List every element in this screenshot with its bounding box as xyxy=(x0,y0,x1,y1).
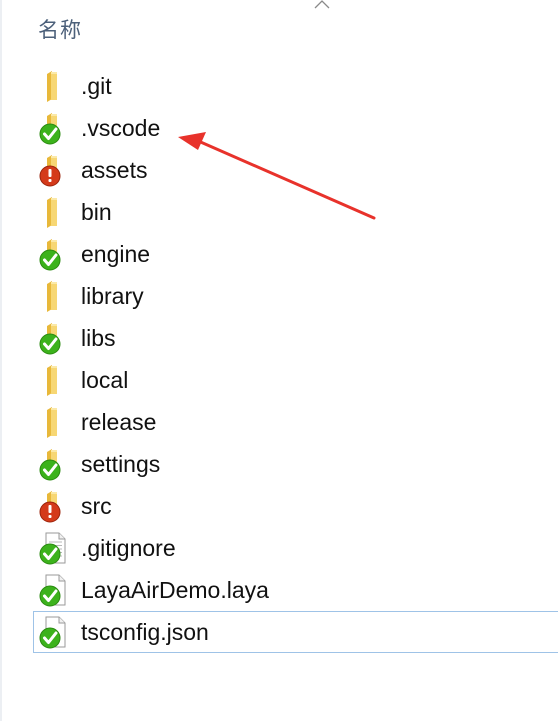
folder-item[interactable]: src xyxy=(0,485,558,527)
chevron-up-icon[interactable] xyxy=(313,0,331,10)
file-item[interactable]: tsconfig.json xyxy=(0,611,558,653)
folder-icon xyxy=(38,69,70,103)
text-file-synced-icon xyxy=(38,531,70,565)
folder-item[interactable]: engine xyxy=(0,233,558,275)
column-header-name[interactable]: 名称 xyxy=(38,14,82,44)
file-name-label: libs xyxy=(81,325,116,351)
folder-icon xyxy=(38,405,70,439)
folder-item[interactable]: release xyxy=(0,401,558,443)
file-name-label: release xyxy=(81,409,157,435)
folder-item[interactable]: libs xyxy=(0,317,558,359)
file-name-label: src xyxy=(81,493,112,519)
folder-icon xyxy=(38,195,70,229)
file-name-label: assets xyxy=(81,157,148,183)
folder-item[interactable]: library xyxy=(0,275,558,317)
folder-conflict-icon xyxy=(38,153,70,187)
file-name-label: settings xyxy=(81,451,161,477)
folder-item[interactable]: assets xyxy=(0,149,558,191)
file-name-label: tsconfig.json xyxy=(81,619,209,645)
file-item[interactable]: .gitignore xyxy=(0,527,558,569)
folder-item[interactable]: bin xyxy=(0,191,558,233)
file-name-label: engine xyxy=(81,241,151,267)
folder-synced-icon xyxy=(38,237,70,271)
file-synced-icon xyxy=(38,615,70,649)
file-name-label: local xyxy=(81,367,129,393)
file-name-label: library xyxy=(81,283,144,309)
file-name-label: .git xyxy=(81,73,112,99)
folder-item[interactable]: settings xyxy=(0,443,558,485)
file-item[interactable]: LayaAirDemo.laya xyxy=(0,569,558,611)
folder-synced-icon xyxy=(38,321,70,355)
folder-synced-icon xyxy=(38,447,70,481)
file-explorer-pane: 名称 .git .vscode assets bin engine library libs… xyxy=(0,0,558,721)
folder-item[interactable]: .vscode xyxy=(0,107,558,149)
folder-conflict-icon xyxy=(38,489,70,523)
file-name-label: bin xyxy=(81,199,112,225)
file-name-label: .vscode xyxy=(81,115,161,141)
folder-item[interactable]: .git xyxy=(0,65,558,107)
file-name-label: LayaAirDemo.laya xyxy=(81,577,269,603)
folder-icon xyxy=(38,279,70,313)
folder-icon xyxy=(38,363,70,397)
folder-item[interactable]: local xyxy=(0,359,558,401)
file-list: .git .vscode assets bin engine library libs loc… xyxy=(0,65,558,653)
file-name-label: .gitignore xyxy=(81,535,176,561)
folder-synced-icon xyxy=(38,111,70,145)
file-synced-icon xyxy=(38,573,70,607)
